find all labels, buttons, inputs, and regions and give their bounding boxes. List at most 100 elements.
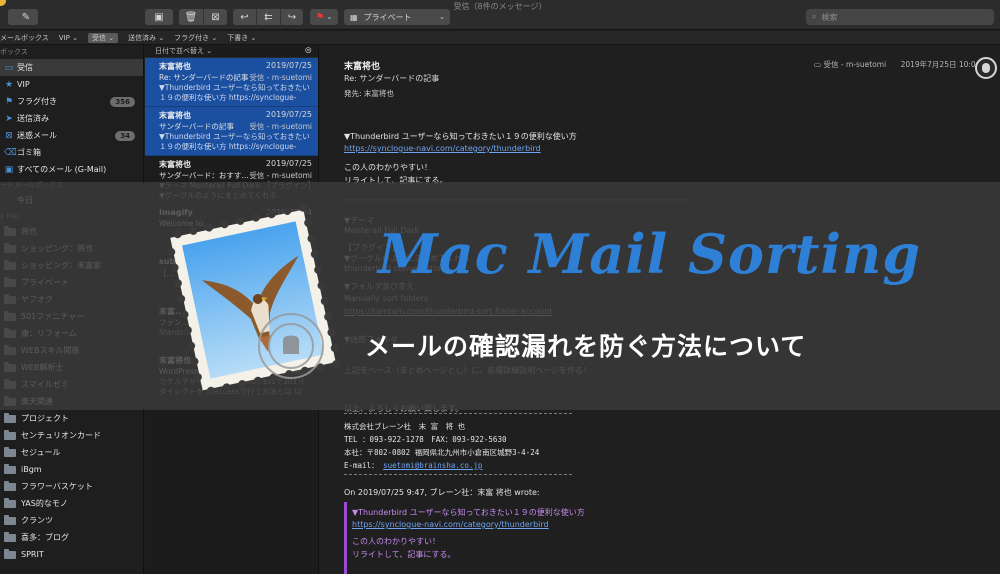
reply-icon[interactable]: ↩ bbox=[233, 9, 256, 25]
sidebar-folder-18[interactable]: 喜多：ブログ bbox=[0, 529, 143, 546]
signature-email: E-mail： suetomi@brainsha.co.jp bbox=[344, 460, 482, 471]
body-link[interactable]: https://synclogue-navi.com/category/thun… bbox=[344, 144, 541, 153]
sidebar-folder-label: iBgm bbox=[21, 465, 42, 474]
sidebar-item-3[interactable]: ➤ 送信済み bbox=[0, 110, 143, 127]
reply-all-icon[interactable]: ⇇ bbox=[256, 9, 280, 25]
sidebar-folder-15[interactable]: フラワーバスケット bbox=[0, 478, 143, 495]
favorite-5[interactable]: 下書き ⌄ bbox=[227, 33, 256, 43]
toolbar: 受信（8件のメッセージ） ▤ ✎ ▣ 🗑 ⊠ ↩ ⇇ ↪ ⚑ ⌄ ▦ プライベー… bbox=[0, 0, 1000, 30]
signature-tel: TEL ：093-922-1278 FAX：093-922-5630 bbox=[344, 435, 507, 444]
move-icon: ▦ bbox=[350, 12, 358, 22]
avatar[interactable] bbox=[975, 57, 997, 79]
sidebar-folder-label: 喜多：ブログ bbox=[21, 533, 69, 542]
paper-plane-icon: ➤ bbox=[5, 113, 13, 124]
quote-header: On 2019/07/25 9:47, ブレーン社：末富 将也 wrote: bbox=[344, 488, 540, 497]
sidebar-item-label: すべてのメール (G-Mail) bbox=[17, 165, 107, 174]
signature-divider bbox=[344, 413, 572, 414]
unread-badge: 356 bbox=[110, 96, 135, 107]
message-row-sender: 末富将也 bbox=[159, 62, 191, 71]
message-mailbox: 受信 - m-suetomi bbox=[823, 60, 887, 69]
sidebar-item-1[interactable]: ★ VIP bbox=[0, 76, 143, 93]
favorite-0[interactable]: メールボックス bbox=[0, 33, 49, 43]
move-mailbox-select[interactable]: ▦ プライベート ⌄ bbox=[344, 9, 450, 25]
unread-badge: 34 bbox=[115, 130, 135, 141]
folder-icon bbox=[4, 446, 16, 457]
quote-link[interactable]: https://synclogue-navi.com/category/thun… bbox=[352, 520, 549, 529]
quote-line: ▼Thunderbird ユーザーなら知っておきたい１９の便利な使い方 bbox=[352, 508, 585, 517]
sidebar-item-2[interactable]: ⚑ フラグ付き 356 bbox=[0, 93, 143, 110]
favorite-3[interactable]: 送信済み ⌄ bbox=[128, 33, 164, 43]
message-row[interactable]: 末富将也 2019/07/25 Re: サンダーバードの記事 受信 - m-sueto… bbox=[145, 58, 318, 107]
message-row-preview: ▼Thunderbird ユーザーなら知っておきたい１９の便利な使い方 http… bbox=[159, 132, 310, 151]
sidebar-item-4[interactable]: ⊠ 迷惑メール 34 bbox=[0, 127, 143, 144]
message-row-subject: サンダーバード：おすす… bbox=[159, 171, 249, 180]
archive-icon: ▣ bbox=[154, 11, 164, 23]
sidebar-folder-19[interactable]: SPRIT bbox=[0, 546, 143, 563]
sidebar-folder-label: YAS的なモノ bbox=[21, 499, 68, 508]
sidebar-item-6[interactable]: ▣ すべてのメール (G-Mail) bbox=[0, 161, 143, 178]
archive-icon: ▣ bbox=[4, 164, 14, 175]
sidebar-folder-label: クランツ bbox=[21, 516, 53, 525]
sidebar-folder-17[interactable]: クランツ bbox=[0, 512, 143, 529]
body-line: この人のわかりやすい！ bbox=[344, 163, 432, 172]
compose-icon: ✎ bbox=[21, 11, 31, 23]
star-icon: ★ bbox=[4, 79, 14, 90]
sidebar-item-0[interactable]: ▭ 受信 bbox=[0, 59, 143, 76]
search-input[interactable]: ⌕ 検索 bbox=[806, 9, 994, 25]
sidebar-folder-label: プロジェクト bbox=[21, 414, 69, 423]
reply-group: ↩ ⇇ ↪ bbox=[233, 9, 303, 25]
message-row-sender: 末富将也 bbox=[159, 111, 191, 120]
signature-email-link[interactable]: suetomi@brainsha.co.jp bbox=[383, 461, 482, 470]
favorite-1[interactable]: VIP ⌄ bbox=[59, 34, 78, 42]
message-sender: 末富将也 bbox=[344, 62, 381, 72]
banner-subtitle: メールの確認漏れを防ぐ方法について bbox=[365, 332, 807, 361]
message-row-subject-line: サンダーバードの記事 受信 - m-suetomi bbox=[159, 121, 312, 132]
forward-icon[interactable]: ↪ bbox=[280, 9, 303, 25]
list-header: 日付で並べ替え ⌄ ⊜ bbox=[145, 45, 318, 58]
sidebar-folder-14[interactable]: iBgm bbox=[0, 461, 143, 478]
window-minimize-button[interactable] bbox=[0, 0, 6, 6]
message-row-date: 2019/07/25 bbox=[265, 61, 312, 70]
sidebar-folder-label: SPRIT bbox=[21, 550, 44, 559]
sidebar-folder-11[interactable]: プロジェクト bbox=[0, 410, 143, 427]
flag-button[interactable]: ⚑ ⌄ bbox=[310, 9, 338, 25]
quote-line: リライトして、記事にする。 bbox=[352, 550, 456, 559]
sidebar-item-label: VIP bbox=[17, 80, 30, 89]
sidebar-folder-16[interactable]: YAS的なモノ bbox=[0, 495, 143, 512]
folder-icon bbox=[4, 463, 16, 474]
message-row-mailbox: 受信 - m-suetomi bbox=[249, 73, 312, 82]
folder-icon bbox=[4, 531, 16, 542]
signature-email-label: E-mail： bbox=[344, 461, 379, 470]
favorite-4[interactable]: フラグ付き ⌄ bbox=[174, 33, 217, 43]
quote-bar bbox=[344, 502, 347, 574]
trash-icon[interactable]: 🗑 bbox=[179, 9, 203, 25]
sort-button[interactable]: 日付で並べ替え ⌄ bbox=[155, 46, 212, 56]
sidebar-item-label: 迷惑メール bbox=[17, 131, 57, 140]
folder-icon bbox=[4, 429, 16, 440]
message-row[interactable]: 末富将也 2019/07/25 サンダーバードの記事 受信 - m-suetomi ▼T… bbox=[145, 107, 318, 156]
message-row-mailbox: 受信 - m-suetomi bbox=[249, 122, 312, 131]
sidebar-folder-13[interactable]: セジュール bbox=[0, 444, 143, 461]
sidebar-folder-12[interactable]: センチュリオンカード bbox=[0, 427, 143, 444]
banner-title: Mac Mail Sorting bbox=[378, 222, 921, 286]
sidebar-folder-label: センチュリオンカード bbox=[21, 431, 101, 440]
message-row-subject: Re: サンダーバードの記事 bbox=[159, 73, 249, 82]
message-recipient: 発先: 末富将也 bbox=[344, 89, 394, 98]
sidebar-item-5[interactable]: ⌫ ゴミ箱 bbox=[0, 144, 143, 161]
favorites-bar: メールボックス VIP ⌄ 受信 ⌄ 送信済み ⌄ フラグ付き ⌄ 下書き ⌄ bbox=[0, 31, 1000, 45]
flag-icon: ⚑ bbox=[4, 96, 14, 107]
search-icon: ⌕ bbox=[812, 12, 817, 21]
quote-line: この人のわかりやすい！ bbox=[352, 537, 440, 546]
sidebar-item-label: フラグ付き bbox=[17, 97, 57, 106]
compose-button[interactable]: ✎ bbox=[14, 9, 38, 25]
junk-icon: ⊠ bbox=[5, 130, 13, 141]
folder-icon bbox=[4, 412, 16, 423]
search-placeholder: 検索 bbox=[821, 12, 838, 22]
move-mailbox-value: プライベート bbox=[363, 12, 412, 22]
filter-icon[interactable]: ⊜ bbox=[304, 46, 312, 56]
message-row-header: 末富将也 2019/07/25 bbox=[159, 159, 312, 170]
chevron-down-icon: ⌄ bbox=[439, 13, 445, 21]
archive-button[interactable]: ▣ bbox=[145, 9, 173, 25]
junk-icon[interactable]: ⊠ bbox=[203, 9, 227, 25]
favorite-2[interactable]: 受信 ⌄ bbox=[87, 32, 119, 43]
